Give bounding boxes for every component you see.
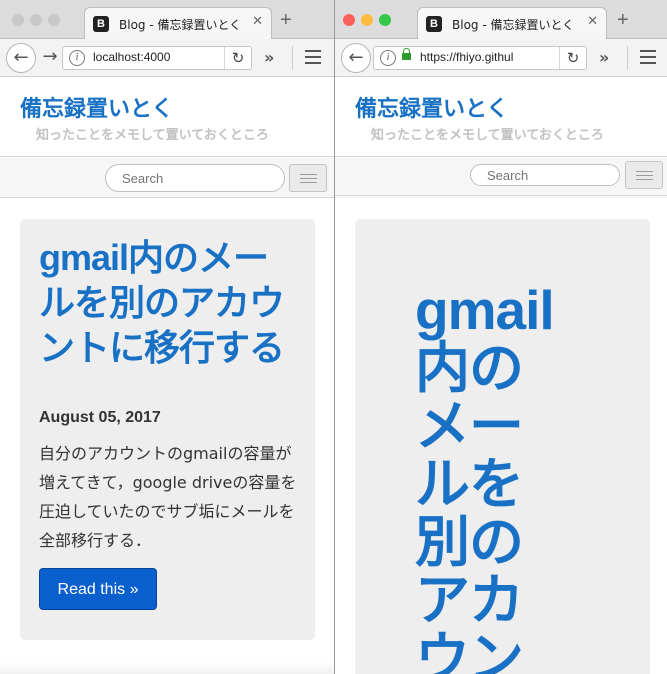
toolbar-separator [627,46,628,70]
site-tagline: 知ったことをメモして置いておくところ [371,128,604,143]
toolbar-separator [292,46,293,70]
tab-bar: B Blog - 備忘録置いとく ✕ + [335,0,667,40]
post-card: gmail内のメールを別のアカウントに移行する August 05, 2017 … [20,219,315,640]
overflow-chevron-icon[interactable]: » [264,48,274,67]
search-input[interactable] [120,170,274,187]
search-bar [0,158,334,198]
info-icon[interactable]: i [69,50,85,66]
browser-window-left: B Blog - 備忘録置いとく ✕ + ← → i localhost:400… [0,0,334,674]
tab-title: Blog - 備忘録置いとく [119,18,242,32]
favicon-icon: B [426,16,442,32]
reload-button[interactable]: ↻ [224,47,251,69]
zoom-window-button[interactable] [379,14,391,26]
minimize-window-button[interactable] [361,14,373,26]
window-controls [12,11,66,30]
site-tagline: 知ったことをメモして置いておくところ [36,128,269,143]
browser-tab[interactable]: B Blog - 備忘録置いとく ✕ [417,7,607,40]
close-window-button[interactable] [343,14,355,26]
minimize-window-button[interactable] [30,14,42,26]
back-button[interactable]: ← [341,43,371,73]
new-tab-button[interactable]: + [617,9,629,32]
close-tab-icon[interactable]: ✕ [587,14,598,29]
page-content: 備忘録置いとく 知ったことをメモして置いておくところ gmail 内の メー ル… [335,77,667,674]
lock-icon [402,48,411,60]
post-date: August 05, 2017 [39,409,161,426]
favicon-icon: B [93,16,109,32]
tab-bar: B Blog - 備忘録置いとく ✕ + [0,0,334,40]
nav-bar: ← i https://fhiyo.githul ↻ » [335,39,667,77]
post-title-line: 内の [415,337,524,399]
searchbar-divider [0,197,334,198]
nav-toggle-button[interactable] [625,161,663,189]
read-more-button[interactable]: Read this » [39,568,157,610]
post-title-line: gmail [415,279,555,341]
post-title-line: メー [415,395,524,457]
post-title-line: 別の [415,511,524,573]
browser-window-right: B Blog - 備忘録置いとく ✕ + ← i https://fhiyo.g… [335,0,667,674]
url-text[interactable]: localhost:4000 [93,50,170,64]
tab-title: Blog - 備忘録置いとく [452,18,575,32]
close-tab-icon[interactable]: ✕ [252,14,263,29]
header-divider [335,156,667,157]
post-title-line: ルを [415,453,524,515]
page-content: 備忘録置いとく 知ったことをメモして置いておくところ gmail内のメールを別の… [0,77,334,674]
search-field[interactable] [105,164,285,192]
menu-icon[interactable] [305,50,321,64]
post-title[interactable]: gmail内のメールを別のアカウントに移行する [39,235,301,370]
site-title[interactable]: 備忘録置いとく [355,91,508,123]
address-bar[interactable]: i localhost:4000 ↻ [62,46,252,70]
search-field[interactable] [470,164,639,186]
post-title[interactable]: gmail 内の メー ルを 別の アカ ウン [415,279,555,674]
zoom-window-button[interactable] [48,14,60,26]
post-excerpt: 自分のアカウントのgmailの容量が増えてきて，google driveの容量を… [39,444,297,550]
site-title[interactable]: 備忘録置いとく [20,91,173,123]
url-text[interactable]: https://fhiyo.githul [420,50,513,64]
scroll-fade [0,662,334,674]
address-bar[interactable]: i https://fhiyo.githul ↻ [373,46,587,70]
browser-tab[interactable]: B Blog - 備忘録置いとく ✕ [84,7,272,40]
nav-toggle-button[interactable] [289,164,327,192]
post-card: gmail 内の メー ルを 別の アカ ウン [355,219,650,674]
searchbar-divider [335,195,667,196]
forward-button[interactable]: → [36,44,64,70]
menu-icon[interactable] [640,50,656,64]
window-controls [343,11,397,30]
search-input[interactable] [485,167,639,184]
new-tab-button[interactable]: + [280,9,292,32]
close-window-button[interactable] [12,14,24,26]
reload-button[interactable]: ↻ [559,47,586,69]
overflow-chevron-icon[interactable]: » [599,48,609,67]
back-button[interactable]: ← [6,43,36,73]
post-title-line: ウン [415,627,524,674]
search-bar [335,158,667,198]
info-icon[interactable]: i [380,50,396,66]
header-divider [0,156,334,157]
post-title-line: アカ [415,569,524,631]
nav-bar: ← → i localhost:4000 ↻ » [0,39,334,77]
